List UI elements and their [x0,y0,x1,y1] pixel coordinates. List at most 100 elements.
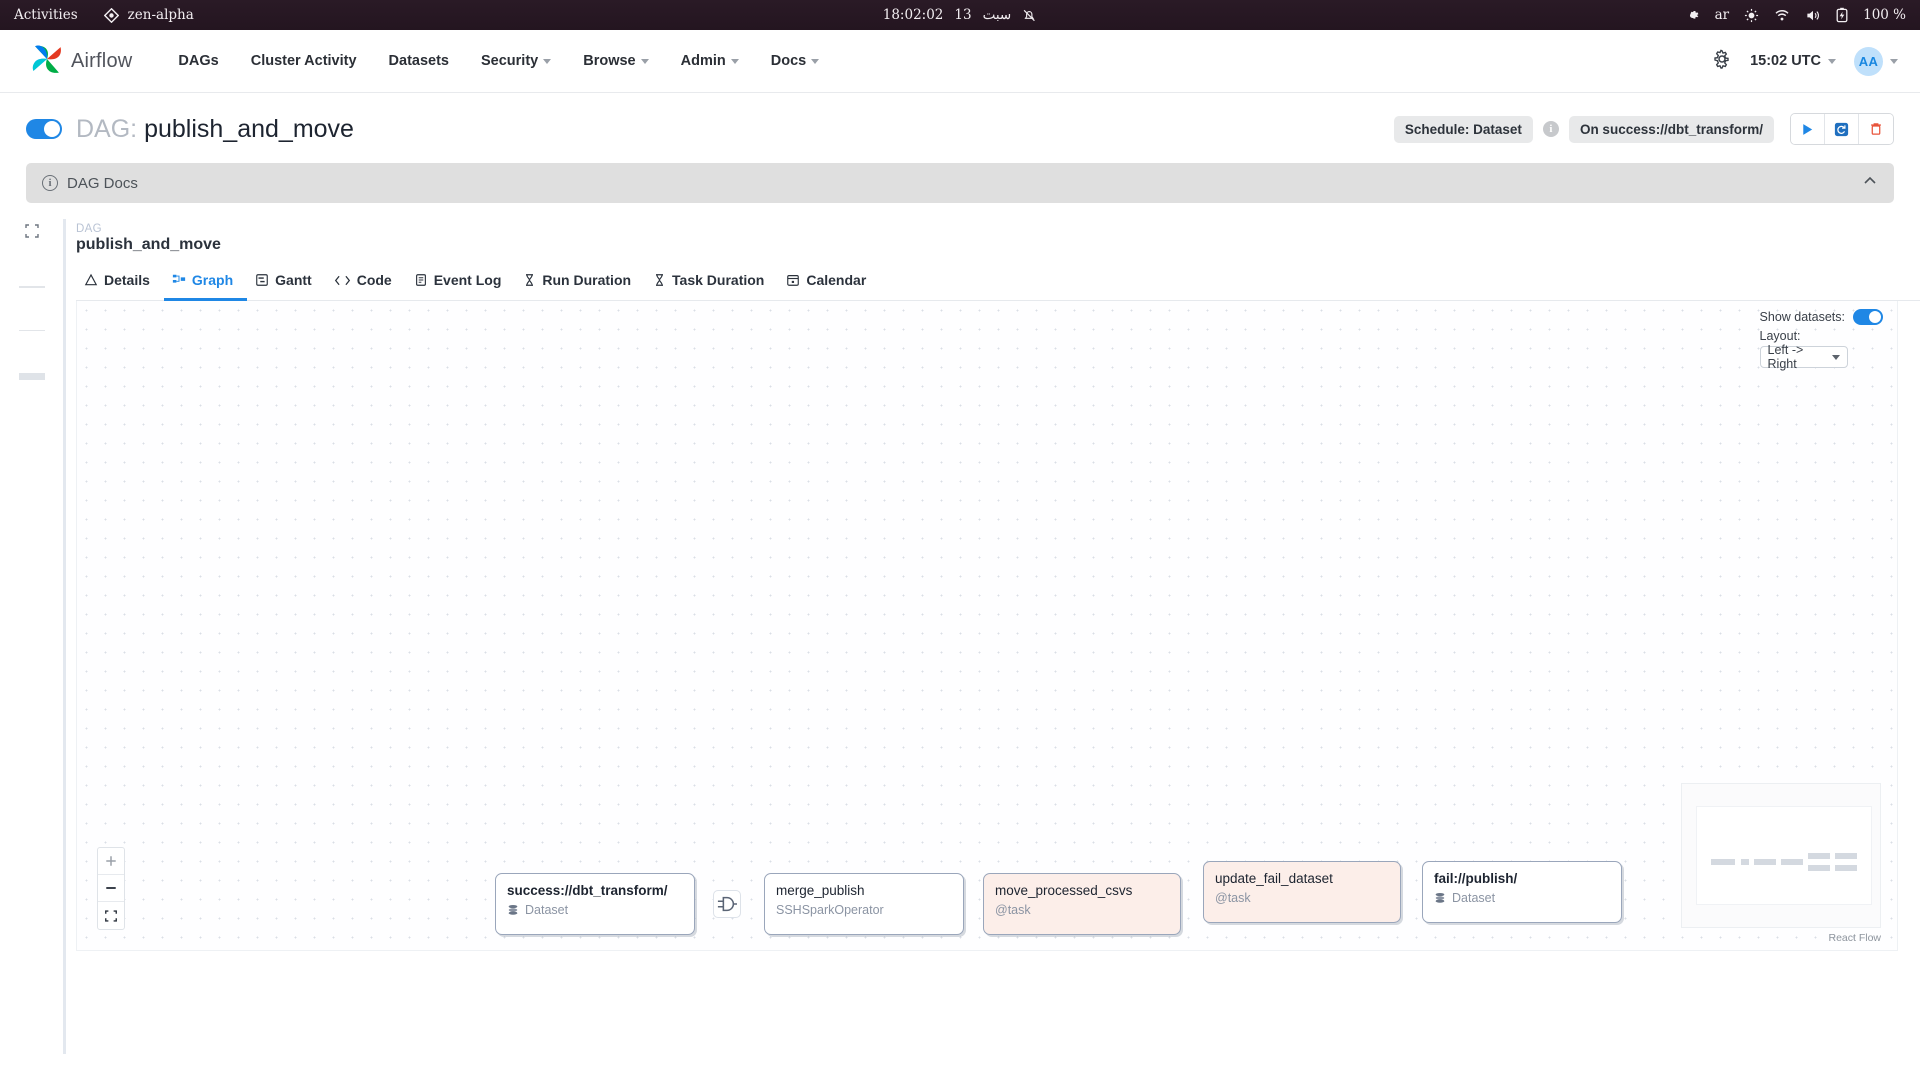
os-system-tray[interactable]: ar 100 % [1685,7,1920,23]
navbar-right: 15:02 UTC AA [1712,46,1898,76]
tab-gantt[interactable]: Gantt [247,266,326,301]
dag-detail-panel: DAG publish_and_move Details Graph Gantt… [63,219,1920,1054]
graph-node-task-merge-publish[interactable]: merge_publish SSHSparkOperator [764,873,964,935]
tab-label: Calendar [806,272,867,288]
gear-icon[interactable] [1685,8,1700,23]
os-clock: 18:02:02 [882,7,944,23]
dataset-trigger-badge[interactable]: On success://dbt_transform/ [1568,115,1774,143]
fit-view-button[interactable] [98,902,124,929]
nav-item-docs[interactable]: Docs [755,43,835,79]
fit-screen-icon [105,909,117,922]
nav-item-datasets[interactable]: Datasets [373,43,465,79]
graph-canvas[interactable]: Show datasets: Layout: Left -> Right suc… [76,301,1898,951]
minimap-node [1711,859,1735,865]
play-icon [1803,123,1813,135]
tab-run-duration[interactable]: Run Duration [515,266,645,301]
nav-label: Docs [770,53,807,69]
tab-label: Run Duration [542,272,632,288]
graph-node-task-update-fail-dataset[interactable]: update_fail_dataset @task [1203,861,1401,923]
nav-label: Security [481,53,539,69]
show-datasets-toggle[interactable] [1853,309,1883,325]
nav-item-browse[interactable]: Browse [567,43,664,79]
os-date-weekday: سبت [982,7,1012,23]
nav-label: DAGs [178,53,219,69]
node-subtitle: Dataset [1452,891,1496,906]
tab-event-log[interactable]: Event Log [406,266,516,301]
dag-header-actions: Schedule: Dataset i On success://dbt_tra… [1393,113,1894,145]
nav-item-admin[interactable]: Admin [665,43,755,79]
node-subtitle: @task [1215,891,1251,906]
dag-docs-accordion[interactable]: i DAG Docs [26,163,1894,203]
nav-item-cluster-activity[interactable]: Cluster Activity [235,43,373,79]
wifi-icon[interactable] [1774,8,1790,23]
airflow-pinwheel-logo [30,42,64,81]
battery-charging-icon[interactable] [1836,7,1848,23]
chevron-up-icon[interactable] [1862,173,1878,194]
minimap-node [1835,865,1857,871]
airflow-brand[interactable]: Airflow [30,42,132,81]
nav-label: Cluster Activity [250,53,357,69]
expand-collapse-icon[interactable] [24,223,40,244]
delete-dag-button[interactable] [1859,114,1893,144]
dag-pause-toggle[interactable] [26,119,62,139]
node-subtitle-row: @task [995,903,1169,917]
and-gate-join[interactable] [713,890,741,918]
tab-label: Event Log [433,272,502,288]
tab-task-duration[interactable]: Task Duration [645,266,778,301]
schedule-badge: Schedule: Dataset [1393,115,1533,143]
tab-code[interactable]: Code [326,266,406,301]
volume-icon[interactable] [1805,8,1821,23]
zoom-controls [97,847,125,930]
activities-button[interactable]: Activities [14,7,78,23]
layout-select[interactable]: Left -> Right [1759,343,1848,371]
tab-graph[interactable]: Graph [163,266,248,301]
zoom-in-button[interactable] [98,848,124,875]
layout-value: Left -> Right [1767,343,1804,371]
panel-dag-name: publish_and_move [76,236,221,253]
keyboard-layout-indicator[interactable]: ar [1715,7,1730,23]
minimap-node [1754,859,1776,865]
os-date-day: 13 [954,7,972,23]
node-subtitle: Dataset [525,903,569,918]
active-app-indicator[interactable]: zen-alpha [103,7,194,23]
airflow-navbar: Airflow DAGs Cluster Activity Datasets S… [0,30,1920,93]
node-subtitle: @task [995,903,1031,918]
calendar-icon [787,275,800,286]
hourglass-icon [526,274,534,286]
dag-title-prefix: DAG: [76,114,138,143]
nav-item-security[interactable]: Security [465,43,567,79]
rail-run-bar[interactable] [18,373,45,380]
info-icon[interactable]: i [1542,121,1559,137]
minimap-node [1808,853,1830,859]
settings-gear-icon[interactable] [1712,49,1732,74]
graph-options-panel: Show datasets: Layout: Left -> Right [1759,309,1883,371]
user-menu[interactable]: AA [1854,46,1898,76]
dag-docs-label: DAG Docs [67,174,138,192]
node-title: update_fail_dataset [1215,871,1333,886]
list-icon [415,274,426,286]
graph-node-dataset-dbt-transform[interactable]: success://dbt_transform/ Dataset [495,873,695,935]
brightness-icon[interactable] [1744,8,1759,23]
graph-node-task-move-processed-csvs[interactable]: move_processed_csvs @task [983,873,1181,935]
timezone-selector[interactable]: 15:02 UTC [1750,53,1836,69]
panel-breadcrumb: DAG publish_and_move [66,219,1920,254]
database-icon [1434,892,1446,904]
tab-label: Code [356,272,392,288]
os-clock-area[interactable]: 18:02:02 13 سبت [883,0,1037,30]
timezone-label: 15:02 UTC [1750,53,1821,69]
chevron-down-icon [1828,58,1836,64]
tab-details[interactable]: Details [76,266,164,301]
trigger-dag-button[interactable] [1791,114,1825,144]
node-subtitle-row: Dataset [507,903,683,917]
react-flow-attribution[interactable]: React Flow [1828,932,1881,944]
os-top-bar: Activities zen-alpha 18:02:02 13 سبت ar … [0,0,1920,30]
clear-dag-button[interactable] [1825,114,1859,144]
graph-node-dataset-fail-publish[interactable]: fail://publish/ Dataset [1422,861,1622,923]
tab-label: Details [104,272,150,288]
tab-calendar[interactable]: Calendar [778,266,880,301]
graph-minimap[interactable] [1681,783,1881,928]
zoom-out-button[interactable] [98,875,124,902]
minimap-node [1781,859,1803,865]
tab-label: Gantt [275,272,312,288]
nav-item-dags[interactable]: DAGs [162,43,234,79]
